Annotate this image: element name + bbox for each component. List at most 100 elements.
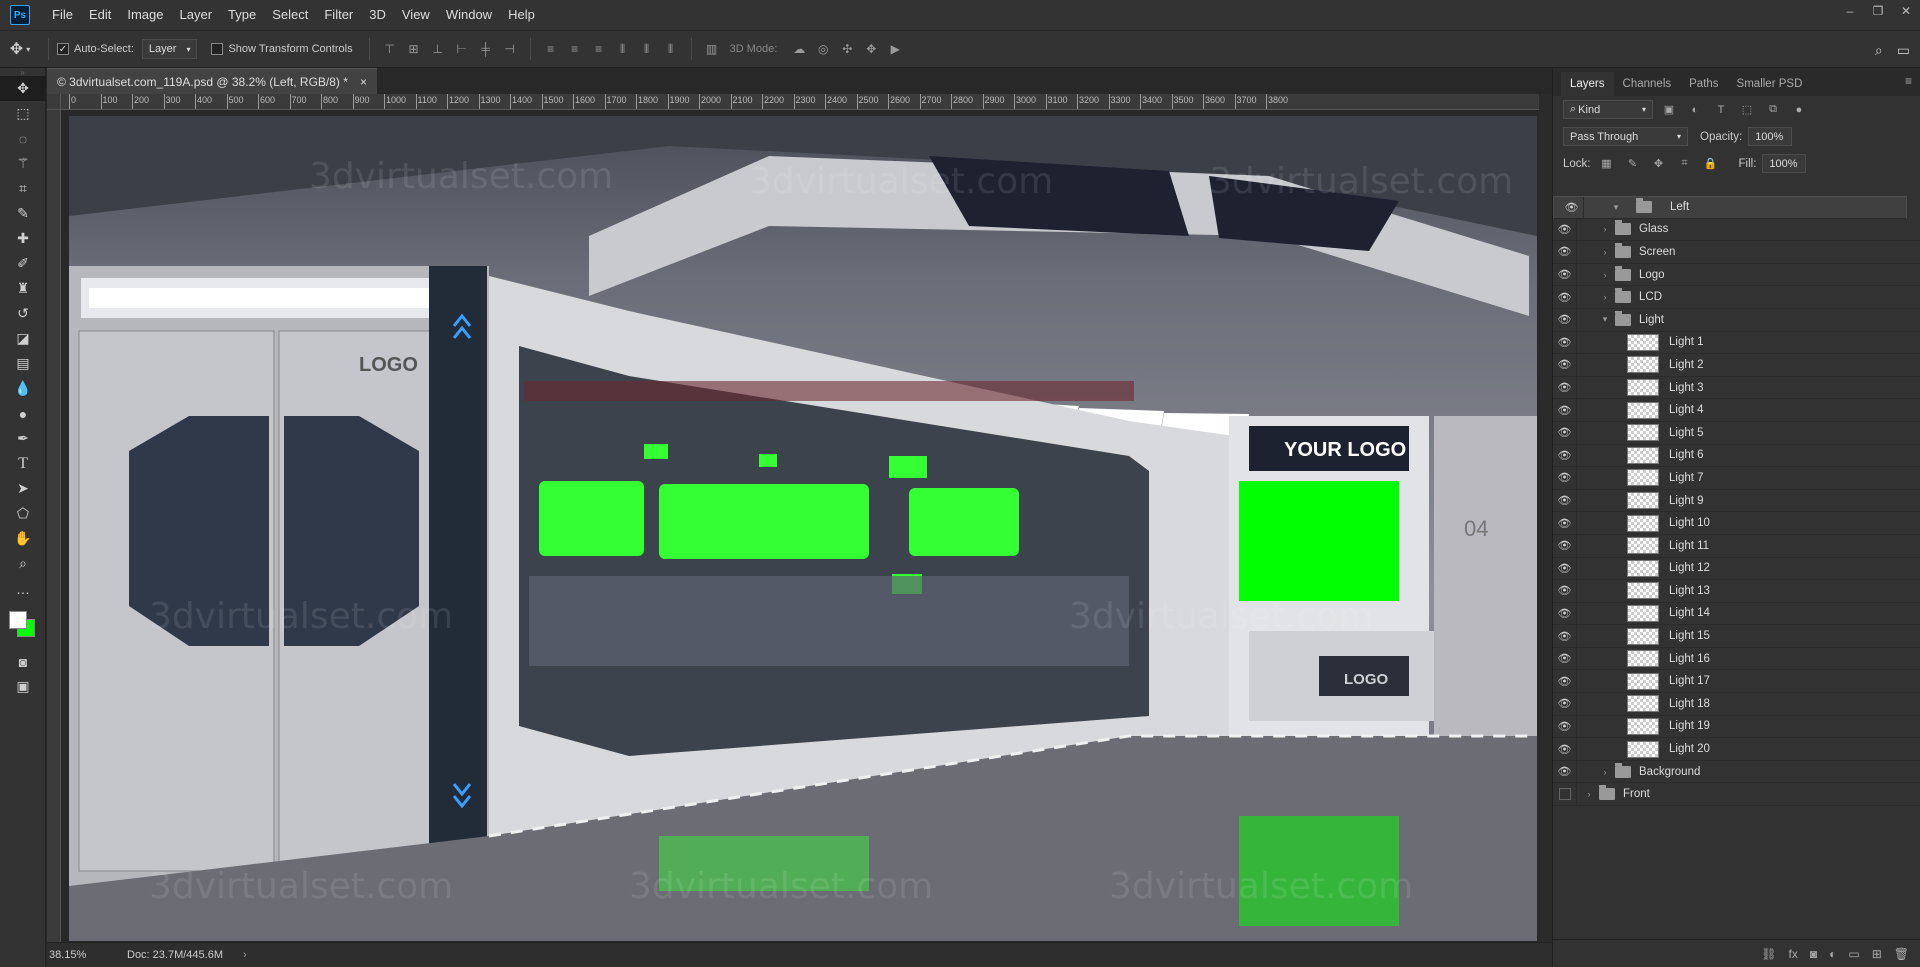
close-icon[interactable]: × — [360, 75, 367, 89]
align-left-icon[interactable]: ⊢ — [453, 40, 471, 58]
auto-select-checkbox[interactable]: ✓ Auto-Select: — [57, 43, 134, 55]
maximize-button[interactable]: ❐ — [1864, 0, 1892, 22]
layer-row[interactable]: 👁 Light 11 — [1553, 534, 1920, 558]
link-layers-icon[interactable]: ⛓ — [1761, 947, 1776, 961]
brush-tool-icon[interactable]: ✐ — [0, 251, 46, 276]
ruler-corner[interactable] — [47, 94, 61, 110]
healing-brush-tool-icon[interactable]: ✚ — [0, 226, 46, 251]
align-vcenter-icon[interactable]: ⊞ — [405, 40, 423, 58]
visibility-eye-icon[interactable]: 👁 — [1553, 286, 1577, 308]
tab-paths[interactable]: Paths — [1680, 72, 1727, 96]
menu-layer[interactable]: Layer — [172, 0, 221, 30]
visibility-eye-icon[interactable]: 👁 — [1553, 580, 1577, 602]
toolbar-collapse-icon[interactable]: » — [0, 68, 45, 77]
distribute-top-icon[interactable]: ≡ — [542, 40, 560, 58]
layer-row[interactable]: 👁 Light 14 — [1553, 602, 1920, 626]
auto-select-dropdown[interactable]: Layer ▾ — [141, 39, 198, 59]
marquee-tool-icon[interactable]: ⬚ — [0, 101, 46, 126]
shape-tool-icon[interactable]: ⬠ — [0, 501, 46, 526]
fill-input[interactable]: 100% — [1762, 154, 1807, 173]
quick-mask-icon[interactable]: ◙ — [0, 649, 46, 674]
visibility-eye-icon[interactable]: 👁 — [1553, 331, 1577, 354]
zoom-tool-icon[interactable]: ⌕ — [0, 551, 46, 576]
layer-row[interactable]: 👁 Light 20 — [1553, 738, 1920, 761]
document-tab[interactable]: © 3dvirtualset.com_119A.psd @ 38.2% (Lef… — [47, 68, 377, 94]
layer-row[interactable]: 👁 Light 7 — [1553, 467, 1920, 490]
hand-tool-icon[interactable]: ✋ — [0, 526, 46, 551]
layer-row[interactable]: 👁 Light 17 — [1553, 670, 1920, 694]
magic-wand-tool-icon[interactable]: ⚚ — [0, 151, 46, 176]
new-layer-icon[interactable]: ⊞ — [1872, 947, 1882, 961]
3d-scale-icon[interactable]: ▶ — [886, 40, 904, 58]
crop-tool-icon[interactable]: ⌗ — [0, 176, 46, 201]
3d-slide-icon[interactable]: ✥ — [862, 40, 880, 58]
clone-stamp-tool-icon[interactable]: ♜ — [0, 276, 46, 301]
visibility-eye-icon[interactable]: 👁 — [1553, 263, 1577, 286]
layer-row[interactable]: 👁 Light 9 — [1553, 489, 1920, 513]
visibility-eye-icon[interactable]: 👁 — [1553, 715, 1577, 738]
visibility-eye-icon[interactable]: 👁 — [1553, 760, 1577, 783]
align-top-icon[interactable]: ⊤ — [381, 40, 399, 58]
tab-channels[interactable]: Channels — [1614, 72, 1681, 96]
delete-layer-icon[interactable]: 🗑 — [1894, 947, 1909, 961]
menu-help[interactable]: Help — [500, 0, 543, 30]
layer-style-icon[interactable]: fx — [1789, 947, 1798, 961]
lasso-tool-icon[interactable]: ◌ — [0, 126, 46, 151]
visibility-eye-icon[interactable]: 👁 — [1553, 399, 1577, 421]
distribute-bottom-icon[interactable]: ≡ — [590, 40, 608, 58]
visibility-eye-icon[interactable]: 👁 — [1553, 512, 1577, 534]
more-tools-icon[interactable]: … — [0, 576, 46, 601]
filter-pixel-icon[interactable]: ▣ — [1659, 101, 1679, 119]
chevron-right-icon[interactable]: › — [1599, 224, 1611, 234]
add-mask-icon[interactable]: ◙ — [1810, 947, 1817, 961]
move-tool-icon[interactable]: ✥ — [0, 76, 46, 101]
show-transform-checkbox[interactable]: Show Transform Controls — [211, 43, 353, 55]
layer-row[interactable]: 👁 Light 4 — [1553, 399, 1920, 422]
distribute-right-icon[interactable]: ⫴ — [662, 40, 680, 58]
menu-file[interactable]: File — [44, 0, 81, 30]
layer-group-row[interactable]: 👁 ▾ Light — [1553, 308, 1920, 332]
chevron-down-icon[interactable]: ▾ — [1599, 314, 1611, 325]
visibility-eye-icon[interactable]: 👁 — [1553, 218, 1577, 241]
history-brush-tool-icon[interactable]: ↺ — [0, 301, 46, 326]
layer-group-row[interactable]: 👁 › Background — [1553, 760, 1920, 784]
visibility-eye-icon[interactable]: 👁 — [1560, 197, 1584, 218]
visibility-eye-icon[interactable]: 👁 — [1553, 534, 1577, 557]
distribute-vcenter-icon[interactable]: ≡ — [566, 40, 584, 58]
filter-adjustment-icon[interactable]: ◐ — [1685, 101, 1705, 119]
layer-row[interactable]: 👁 Light 5 — [1553, 421, 1920, 445]
eraser-tool-icon[interactable]: ◪ — [0, 326, 46, 351]
chevron-right-icon[interactable]: › — [1599, 247, 1611, 257]
search-icon[interactable]: ⌕ — [1875, 42, 1883, 59]
visibility-eye-icon[interactable]: 👁 — [1553, 241, 1577, 263]
chevron-right-icon[interactable]: › — [1583, 789, 1595, 799]
visibility-eye-icon[interactable]: 👁 — [1553, 354, 1577, 376]
visibility-eye-icon[interactable]: 👁 — [1553, 376, 1577, 399]
visibility-eye-icon[interactable]: 👁 — [1553, 444, 1577, 467]
menu-edit[interactable]: Edit — [81, 0, 119, 30]
blend-mode-dropdown[interactable]: Pass Through ▾ — [1563, 127, 1688, 146]
layer-row[interactable]: 👁 Light 19 — [1553, 715, 1920, 739]
chevron-right-icon[interactable]: › — [1599, 292, 1611, 302]
lock-position-icon[interactable]: ✥ — [1649, 155, 1669, 173]
layer-row[interactable]: 👁 Light 6 — [1553, 444, 1920, 468]
type-tool-icon[interactable]: T — [0, 451, 46, 476]
menu-window[interactable]: Window — [438, 0, 500, 30]
layer-row[interactable]: 👁 Light 15 — [1553, 625, 1920, 648]
lock-transparent-icon[interactable]: ▦ — [1597, 155, 1617, 173]
layer-row[interactable]: 👁 Light 2 — [1553, 354, 1920, 377]
dodge-tool-icon[interactable]: ● — [0, 401, 46, 426]
3d-pan-icon[interactable]: ✣ — [838, 40, 856, 58]
lock-all-icon[interactable]: 🔒 — [1701, 155, 1721, 173]
screen-mode-icon[interactable]: ▣ — [0, 674, 46, 699]
filter-smartobject-icon[interactable]: ⧉ — [1763, 101, 1783, 119]
pen-tool-icon[interactable]: ✒ — [0, 426, 46, 451]
layer-group-row[interactable]: 👁 › LCD — [1553, 286, 1920, 309]
align-bottom-icon[interactable]: ⊥ — [429, 40, 447, 58]
status-menu-arrow[interactable]: › — [243, 949, 247, 961]
visibility-eye-icon[interactable]: 👁 — [1553, 467, 1577, 489]
layer-group-row[interactable]: 👁 ▾ Left — [1553, 196, 1907, 219]
tab-layers[interactable]: Layers — [1561, 72, 1614, 96]
menu-image[interactable]: Image — [119, 0, 171, 30]
horizontal-ruler[interactable]: 0 100 200 300 400 500 600 700 800 900 1000 1100 1200… — [61, 94, 1539, 110]
